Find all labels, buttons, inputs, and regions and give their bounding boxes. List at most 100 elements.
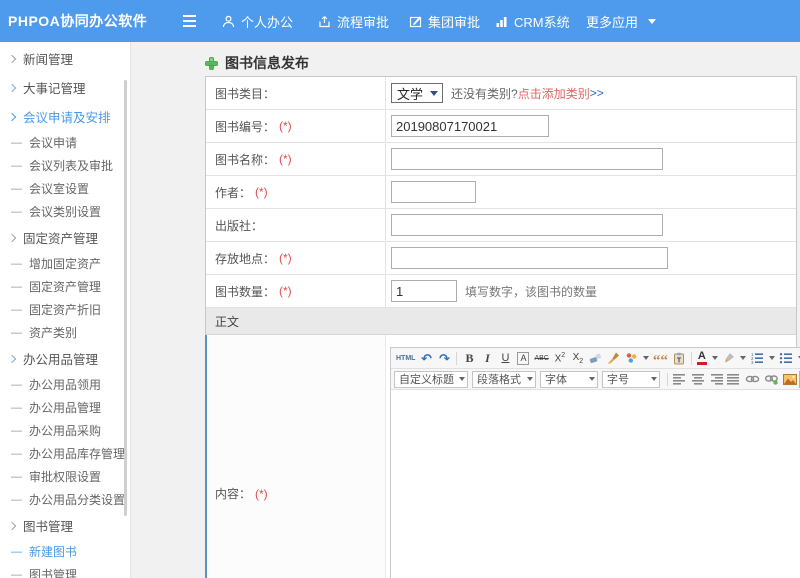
sidebar-scrollbar[interactable] xyxy=(124,80,127,516)
unordered-list-icon xyxy=(779,352,793,364)
bold-icon: B xyxy=(465,351,473,366)
link-button[interactable] xyxy=(743,371,762,388)
editor-select-0[interactable]: 自定义标题 xyxy=(394,371,468,388)
add-category-link[interactable]: 点击添加类别 xyxy=(518,85,590,102)
strikethrough-button[interactable]: ABC xyxy=(532,350,550,367)
chevron-down-icon xyxy=(459,377,465,381)
html-source-button[interactable]: HTML xyxy=(394,350,417,367)
nav-menu-item[interactable]: 流程审批 xyxy=(318,0,389,42)
form-input[interactable] xyxy=(391,181,476,203)
sidebar-sub-item[interactable]: —会议列表及审批 xyxy=(0,154,131,177)
chevron-down-icon xyxy=(651,377,657,381)
sidebar-group-item[interactable]: 固定资产管理 xyxy=(0,223,131,252)
font-box-button[interactable]: A xyxy=(514,350,532,367)
form-input[interactable] xyxy=(391,115,549,137)
required-marker: (*) xyxy=(279,119,292,133)
sidebar-group-label: 大事记管理 xyxy=(23,78,86,97)
nav-menu-item[interactable]: CRM系统 xyxy=(495,0,570,42)
sidebar-group-item[interactable]: 图书管理 xyxy=(0,511,131,540)
sidebar-sub-item[interactable]: —资产类别 xyxy=(0,321,131,344)
blockquote-button[interactable]: ““ xyxy=(651,350,670,367)
sidebar-sub-item[interactable]: —办公用品库存管理 xyxy=(0,442,131,465)
hamburger-menu-icon[interactable] xyxy=(183,13,199,29)
nav-menu-item[interactable]: 更多应用 xyxy=(586,0,656,42)
align-right-button[interactable] xyxy=(707,371,725,388)
book-category-select[interactable]: 文学 xyxy=(391,83,443,103)
form-input[interactable] xyxy=(391,214,663,236)
form-row-label: 图书名称：(*) xyxy=(206,143,386,175)
unordered-list-button[interactable] xyxy=(777,350,800,367)
sidebar-group-item[interactable]: 办公用品管理 xyxy=(0,344,131,373)
nav-menu-item[interactable]: 集团审批 xyxy=(409,0,480,42)
form-row-value xyxy=(386,176,796,208)
sidebar-sub-item[interactable]: —图书管理 xyxy=(0,563,131,578)
ordered-list-button[interactable]: 123 xyxy=(748,350,777,367)
sidebar-sub-item[interactable]: —新建图书 xyxy=(0,540,131,563)
underline-icon: U xyxy=(501,352,509,364)
form-row-label: 存放地点：(*) xyxy=(206,242,386,274)
align-center-button[interactable] xyxy=(689,371,707,388)
eraser-button[interactable] xyxy=(587,350,605,367)
sidebar-sub-item[interactable]: — 会议申请 xyxy=(0,131,131,154)
editor-select-1[interactable]: 段落格式 xyxy=(472,371,536,388)
form-row: 存放地点：(*) xyxy=(206,242,796,275)
undo-button[interactable]: ↶ xyxy=(417,350,435,367)
font-color-button[interactable]: A xyxy=(695,350,720,367)
editor-select-2[interactable]: 字体 xyxy=(540,371,598,388)
italic-icon: I xyxy=(485,351,490,366)
toolbar-separator xyxy=(667,373,668,386)
nav-menu-label: CRM系统 xyxy=(514,12,570,31)
sidebar-sub-item[interactable]: —办公用品领用 xyxy=(0,373,131,396)
paste-text-button[interactable]: T xyxy=(670,350,688,367)
form-input[interactable] xyxy=(391,280,457,302)
image-button[interactable] xyxy=(781,371,799,388)
unlink-button[interactable] xyxy=(762,371,781,388)
form-row-value: 文学还没有类别? 点击添加类别>> xyxy=(386,77,796,109)
link-icon xyxy=(745,374,760,384)
sidebar-sub-item[interactable]: —会议类别设置 xyxy=(0,200,131,223)
form-input[interactable] xyxy=(391,247,668,269)
subscript-button[interactable]: X2 xyxy=(569,350,587,367)
form-row: 图书数量：(*)填写数字，该图书的数量 xyxy=(206,275,796,308)
nav-menu-label: 更多应用 xyxy=(586,12,638,31)
align-left-button[interactable] xyxy=(671,371,689,388)
chevron-down-icon xyxy=(589,377,595,381)
form-input[interactable] xyxy=(391,148,663,170)
sidebar-group-label: 会议申请及安排 xyxy=(23,107,111,126)
sidebar-sub-item[interactable]: —办公用品采购 xyxy=(0,419,131,442)
sidebar-sub-item[interactable]: —审批权限设置 xyxy=(0,465,131,488)
editor-toolbar-row2: 自定义标题段落格式字体字号 xyxy=(391,369,800,390)
underline-button[interactable]: U xyxy=(496,350,514,367)
sidebar-sub-item[interactable]: —办公用品管理 xyxy=(0,396,131,419)
italic-button[interactable]: I xyxy=(478,350,496,367)
redo-button[interactable]: ↷ xyxy=(435,350,453,367)
font-box-icon: A xyxy=(517,352,529,365)
align-justify-button[interactable] xyxy=(725,371,743,388)
add-category-link-arrows[interactable]: >> xyxy=(590,86,604,100)
dash-icon: — xyxy=(11,137,22,149)
sidebar-group-item[interactable]: 新闻管理 xyxy=(0,44,131,73)
sidebar-sub-item[interactable]: —增加固定资产 xyxy=(0,252,131,275)
chevron-down-icon xyxy=(527,377,533,381)
category-hint: 还没有类别? xyxy=(451,85,518,102)
sidebar-group-item[interactable]: 大事记管理 xyxy=(0,73,131,102)
nav-menu-item[interactable]: 个人办公 xyxy=(222,0,293,42)
editor-select-3[interactable]: 字号 xyxy=(602,371,660,388)
highlight-color-button[interactable] xyxy=(720,350,748,367)
format-brush-button[interactable] xyxy=(605,350,623,367)
color-palette-button[interactable] xyxy=(623,350,651,367)
editor-content-area[interactable] xyxy=(391,390,800,578)
sidebar-sub-item[interactable]: —固定资产管理 xyxy=(0,275,131,298)
sidebar-sub-label: 审批权限设置 xyxy=(29,468,101,485)
superscript-button[interactable]: X2 xyxy=(551,350,569,367)
sidebar-group-item[interactable]: 会议申请及安排 xyxy=(0,102,131,131)
sidebar-sub-item[interactable]: —办公用品分类设置 xyxy=(0,488,131,511)
sidebar-sub-item[interactable]: —固定资产折旧 xyxy=(0,298,131,321)
sidebar-sub-item[interactable]: —会议室设置 xyxy=(0,177,131,200)
sidebar-group-label: 图书管理 xyxy=(23,516,73,535)
bold-button[interactable]: B xyxy=(460,350,478,367)
flow-approval-icon xyxy=(318,15,331,28)
sidebar-sub-label: 会议申请 xyxy=(29,134,77,151)
page-title: 图书信息发布 xyxy=(205,53,309,73)
editor-toolbar-row1: HTML↶↷BIUAABCX2X2““TA123 xyxy=(391,348,800,369)
